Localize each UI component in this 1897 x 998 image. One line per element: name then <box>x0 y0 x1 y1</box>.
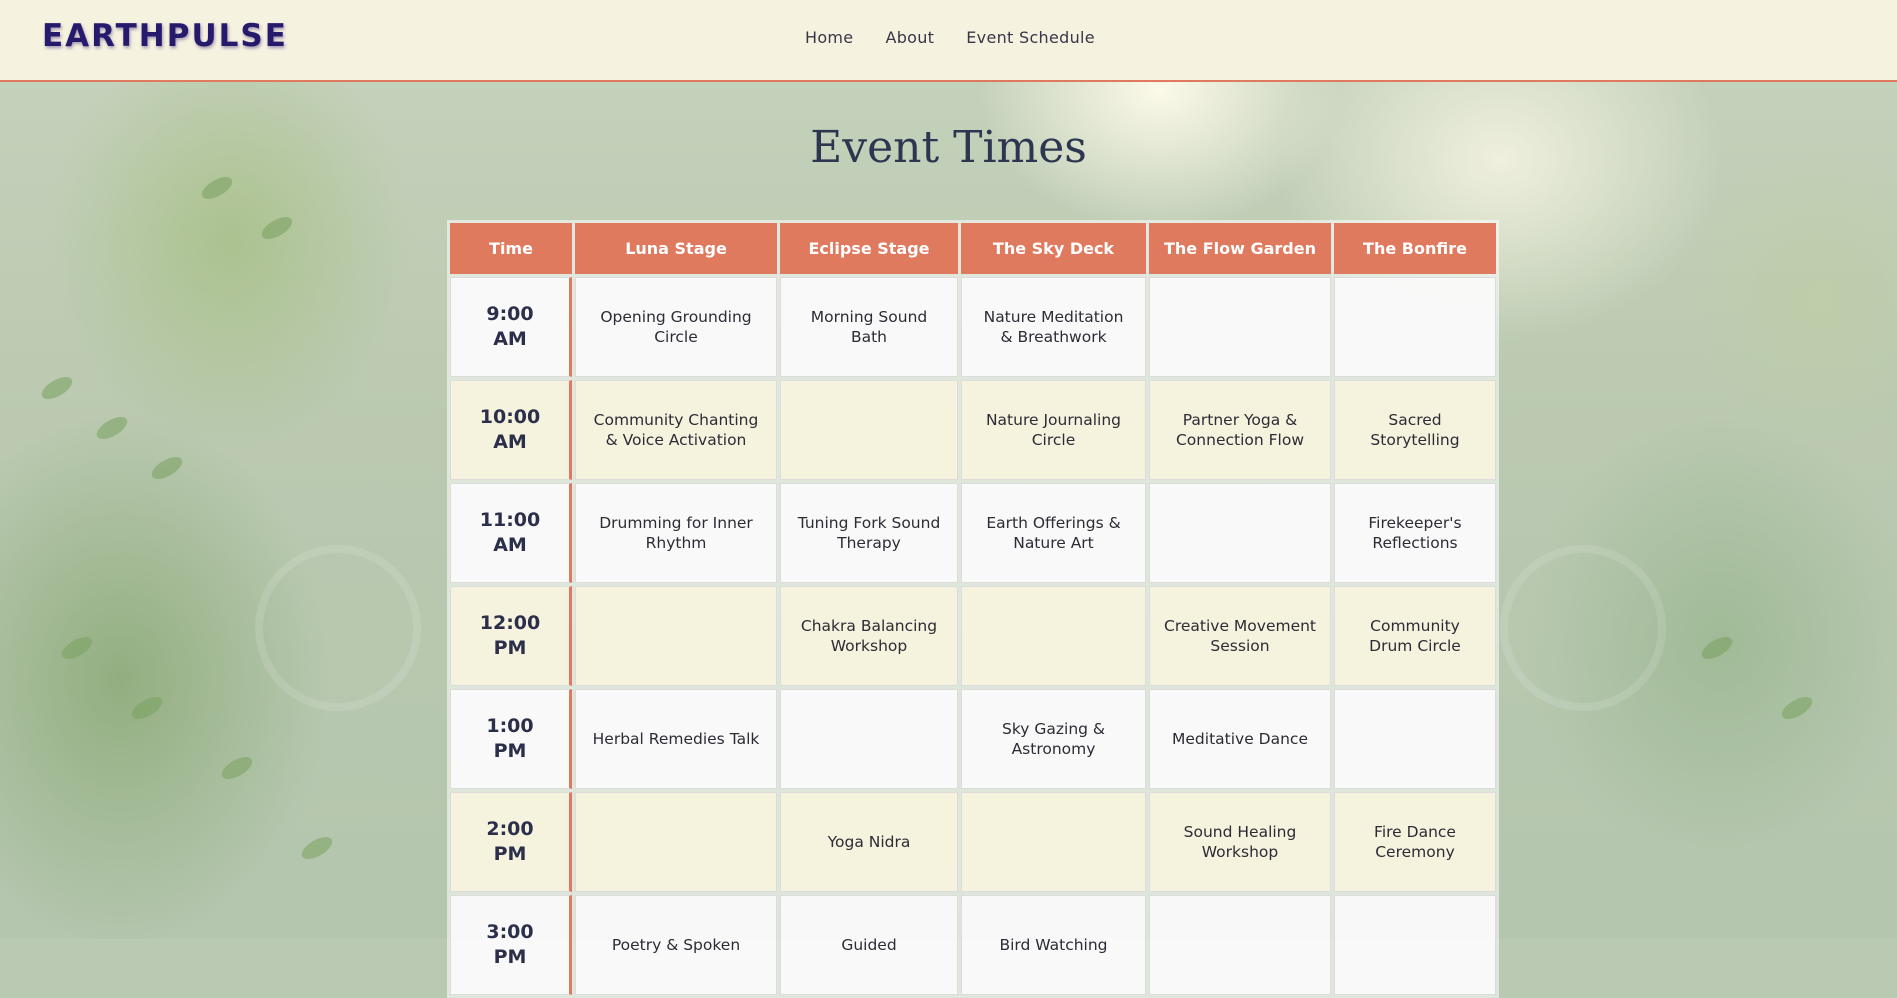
time-cell: 11:00 AM <box>450 483 572 583</box>
table-row: 3:00 PM Poetry & Spoken Guided Bird Watch… <box>450 895 1496 995</box>
event-cell <box>961 792 1146 892</box>
event-cell <box>780 380 958 480</box>
time-cell: 1:00 PM <box>450 689 572 789</box>
event-cell: Fire Dance Ceremony <box>1334 792 1496 892</box>
time-period: AM <box>493 534 527 556</box>
time-period: PM <box>493 637 527 659</box>
event-cell: Nature Journaling Circle <box>961 380 1146 480</box>
event-cell: Morning Sound Bath <box>780 277 958 377</box>
table-row: 11:00 AM Drumming for Inner Rhythm Tuning… <box>450 483 1496 583</box>
table-row: 1:00 PM Herbal Remedies Talk Sky Gazing &… <box>450 689 1496 789</box>
event-cell <box>961 586 1146 686</box>
time-value: 11:00 <box>479 509 541 531</box>
nav-home-link[interactable]: Home <box>805 28 853 47</box>
event-cell: Opening Grounding Circle <box>575 277 777 377</box>
spiral-watermark <box>255 545 421 711</box>
event-cell: Partner Yoga & Connection Flow <box>1149 380 1331 480</box>
event-cell <box>1334 277 1496 377</box>
column-header-bonfire: The Bonfire <box>1334 223 1496 274</box>
time-value: 12:00 <box>479 612 541 634</box>
event-cell: Creative Movement Session <box>1149 586 1331 686</box>
site-logo[interactable]: EARTHPULSE <box>42 18 288 54</box>
table-row: 9:00 AM Opening Grounding Circle Morning … <box>450 277 1496 377</box>
event-cell <box>780 689 958 789</box>
event-cell <box>1149 895 1331 995</box>
event-cell: Herbal Remedies Talk <box>575 689 777 789</box>
leaf-decoration <box>1698 632 1736 664</box>
leaf-decoration <box>148 452 186 484</box>
leaf-decoration <box>58 632 96 664</box>
event-cell: Sky Gazing & Astronomy <box>961 689 1146 789</box>
leaf-decoration <box>258 212 296 244</box>
column-header-eclipse-stage: Eclipse Stage <box>780 223 958 274</box>
column-header-time: Time <box>450 223 572 274</box>
event-cell: Drumming for Inner Rhythm <box>575 483 777 583</box>
event-cell: Chakra Balancing Workshop <box>780 586 958 686</box>
time-period: AM <box>493 431 527 453</box>
event-cell: Nature Meditation & Breathwork <box>961 277 1146 377</box>
column-header-sky-deck: The Sky Deck <box>961 223 1146 274</box>
time-cell: 10:00 AM <box>450 380 572 480</box>
event-cell <box>575 792 777 892</box>
time-cell: 12:00 PM <box>450 586 572 686</box>
leaf-decoration <box>128 692 166 724</box>
leaf-decoration <box>298 832 336 864</box>
column-header-flow-garden: The Flow Garden <box>1149 223 1331 274</box>
event-cell: Guided <box>780 895 958 995</box>
page-title: Event Times <box>810 122 1087 173</box>
table-header-row: Time Luna Stage Eclipse Stage The Sky De… <box>450 223 1496 274</box>
table-row: 12:00 PM Chakra Balancing Workshop Creati… <box>450 586 1496 686</box>
nav-event-schedule-link[interactable]: Event Schedule <box>966 28 1095 47</box>
site-header: EARTHPULSE Home About Event Schedule <box>0 0 1897 82</box>
time-period: PM <box>493 740 527 762</box>
event-cell: Community Chanting & Voice Activation <box>575 380 777 480</box>
nav-about-link[interactable]: About <box>885 28 934 47</box>
event-cell: Earth Offerings & Nature Art <box>961 483 1146 583</box>
main-nav: Home About Event Schedule <box>805 28 1095 47</box>
table-row: 2:00 PM Yoga Nidra Sound Healing Workshop… <box>450 792 1496 892</box>
spiral-watermark <box>1500 545 1666 711</box>
leaf-decoration <box>93 412 131 444</box>
leaf-decoration <box>38 372 76 404</box>
time-cell: 3:00 PM <box>450 895 572 995</box>
table-row: 10:00 AM Community Chanting & Voice Activ… <box>450 380 1496 480</box>
event-cell: Sound Healing Workshop <box>1149 792 1331 892</box>
leaf-decoration <box>198 172 236 204</box>
time-cell: 2:00 PM <box>450 792 572 892</box>
time-value: 2:00 <box>486 818 534 840</box>
time-value: 9:00 <box>486 303 534 325</box>
event-cell: Yoga Nidra <box>780 792 958 892</box>
time-period: PM <box>493 843 527 865</box>
time-period: AM <box>493 328 527 350</box>
event-cell <box>575 586 777 686</box>
event-cell: Poetry & Spoken <box>575 895 777 995</box>
event-cell <box>1334 895 1496 995</box>
time-value: 1:00 <box>486 715 534 737</box>
event-cell: Sacred Storytelling <box>1334 380 1496 480</box>
event-cell: Tuning Fork Sound Therapy <box>780 483 958 583</box>
event-cell: Bird Watching <box>961 895 1146 995</box>
event-cell <box>1334 689 1496 789</box>
time-value: 3:00 <box>486 921 534 943</box>
leaf-decoration <box>1778 692 1816 724</box>
column-header-luna-stage: Luna Stage <box>575 223 777 274</box>
event-cell <box>1149 277 1331 377</box>
event-cell: Meditative Dance <box>1149 689 1331 789</box>
event-cell: Community Drum Circle <box>1334 586 1496 686</box>
event-cell <box>1149 483 1331 583</box>
event-cell: Firekeeper's Reflections <box>1334 483 1496 583</box>
time-cell: 9:00 AM <box>450 277 572 377</box>
time-period: PM <box>493 946 527 968</box>
leaf-decoration <box>218 752 256 784</box>
time-value: 10:00 <box>479 406 541 428</box>
event-schedule-table: Time Luna Stage Eclipse Stage The Sky De… <box>447 220 1499 998</box>
